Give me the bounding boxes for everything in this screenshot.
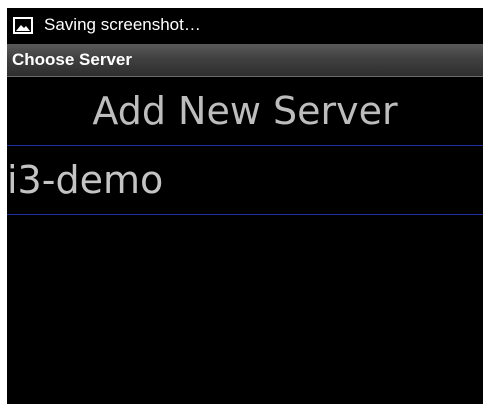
app-screen: Saving screenshot… Choose Server Add New… xyxy=(7,8,483,404)
image-icon xyxy=(13,17,33,34)
server-list-item[interactable]: i3-demo xyxy=(7,146,483,214)
title-bar: Choose Server xyxy=(7,44,483,77)
status-bar: Saving screenshot… xyxy=(7,8,483,42)
page-title: Choose Server xyxy=(12,50,132,69)
add-new-server-button[interactable]: Add New Server xyxy=(7,77,483,145)
list-divider xyxy=(7,214,483,215)
status-notification-text: Saving screenshot… xyxy=(44,15,201,34)
